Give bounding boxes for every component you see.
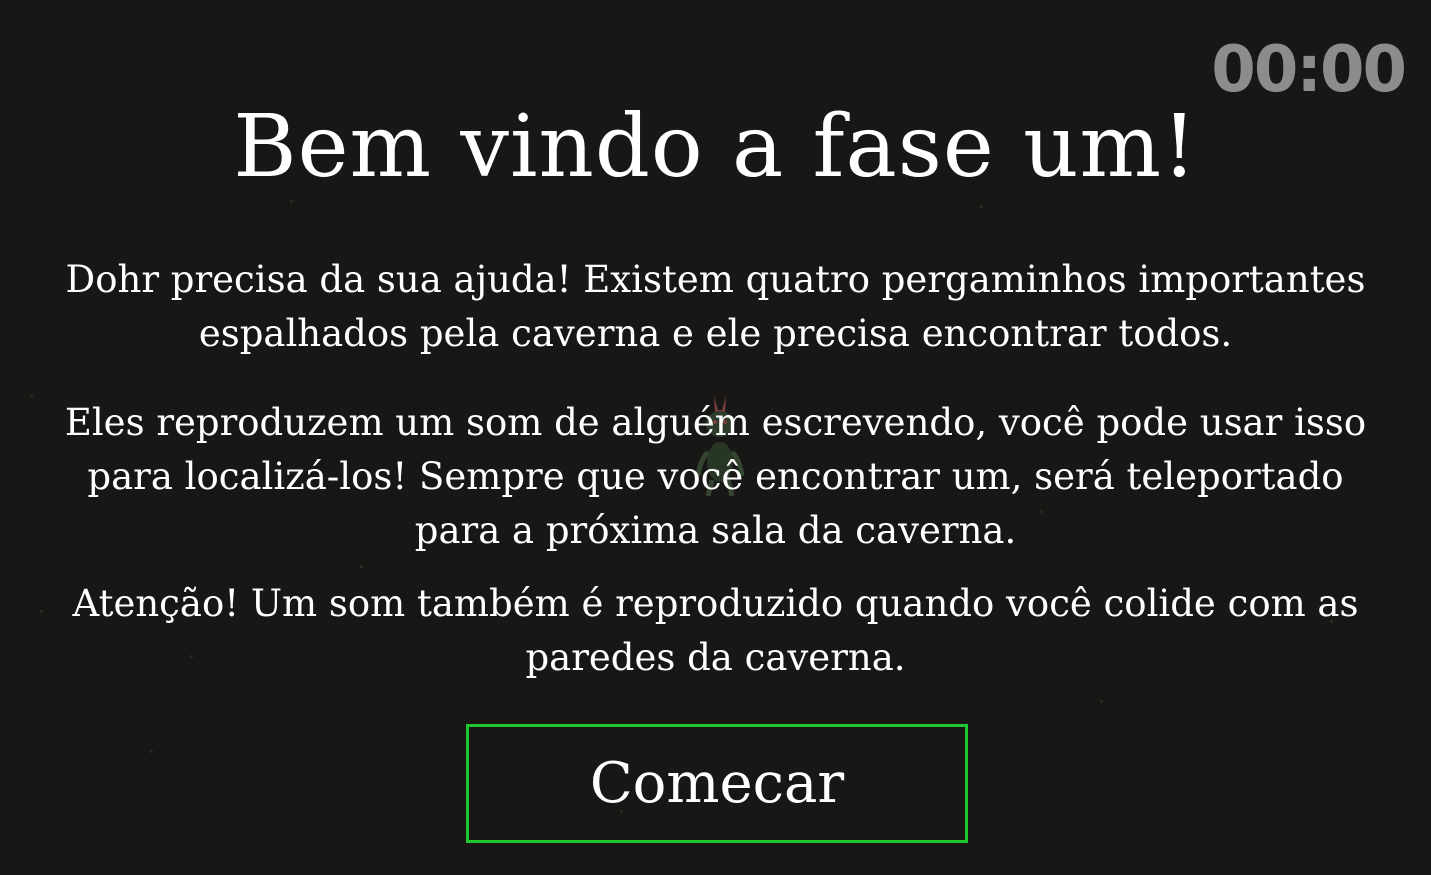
intro-paragraph: Dohr precisa da sua ajuda! Existem quatr… xyxy=(65,258,1366,355)
cave-speck xyxy=(30,395,33,398)
cave-speck xyxy=(40,610,43,613)
game-screen: 00:00 Bem vindo a fase um! Dohr precisa … xyxy=(0,0,1431,875)
warning-paragraph: Atenção! Um som também é reproduzido qua… xyxy=(72,582,1359,679)
cave-speck xyxy=(360,565,363,568)
cave-speck xyxy=(1100,700,1103,703)
instructions-paragraph: Eles reproduzem um som de alguém escreve… xyxy=(64,401,1367,552)
cave-speck xyxy=(150,750,153,753)
page-title: Bem vindo a fase um! xyxy=(233,97,1198,197)
cave-speck xyxy=(980,205,983,208)
start-button[interactable]: Comecar xyxy=(466,724,968,843)
